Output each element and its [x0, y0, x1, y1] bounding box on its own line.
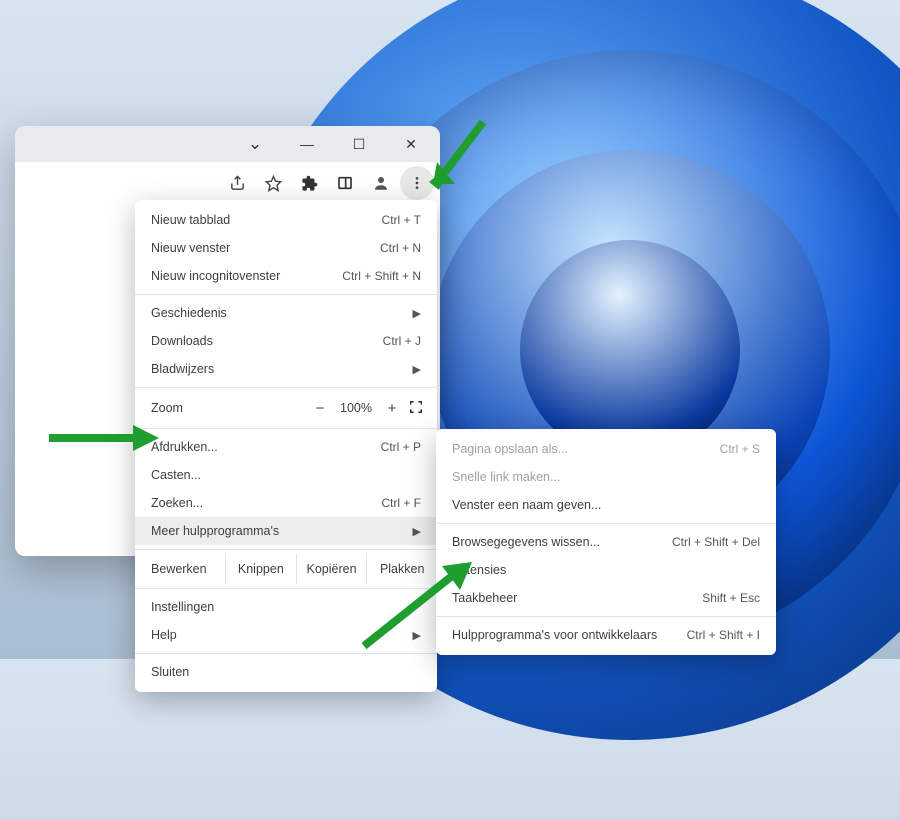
menu-item-label: Casten...: [151, 468, 421, 482]
submenu-extensions[interactable]: Extensies: [436, 556, 776, 584]
menu-item-label: Extensies: [452, 563, 760, 577]
menu-item-label: Nieuw venster: [151, 241, 380, 255]
menu-new-incognito[interactable]: Nieuw incognitovenster Ctrl + Shift + N: [135, 262, 437, 290]
submenu-clear-browsing-data[interactable]: Browsegegevens wissen... Ctrl + Shift + …: [436, 528, 776, 556]
submenu-task-manager[interactable]: Taakbeheer Shift + Esc: [436, 584, 776, 612]
menu-new-window[interactable]: Nieuw venster Ctrl + N: [135, 234, 437, 262]
menu-item-label: Snelle link maken...: [452, 470, 760, 484]
menu-item-shortcut: Ctrl + Shift + N: [342, 269, 421, 283]
edit-cut-button[interactable]: Knippen: [225, 554, 296, 584]
menu-item-shortcut: Ctrl + F: [381, 496, 421, 510]
maximize-button[interactable]: ☐: [336, 128, 382, 160]
profile-icon[interactable]: [364, 166, 398, 200]
fullscreen-button[interactable]: [405, 400, 427, 417]
menu-exit[interactable]: Sluiten: [135, 658, 437, 686]
menu-item-shortcut: Ctrl + S: [720, 442, 760, 456]
more-tools-submenu: Pagina opslaan als... Ctrl + S Snelle li…: [436, 429, 776, 655]
menu-item-shortcut: Ctrl + J: [383, 334, 421, 348]
star-icon[interactable]: [256, 166, 290, 200]
menu-find[interactable]: Zoeken... Ctrl + F: [135, 489, 437, 517]
submenu-create-shortcut[interactable]: Snelle link maken...: [436, 463, 776, 491]
annotation-arrow: [49, 423, 159, 453]
menu-item-shortcut: Ctrl + N: [380, 241, 421, 255]
menu-separator: [135, 387, 437, 388]
edit-label: Bewerken: [135, 562, 225, 576]
zoom-out-button[interactable]: −: [307, 400, 333, 417]
menu-item-label: Nieuw incognitovenster: [151, 269, 342, 283]
menu-item-label: Pagina opslaan als...: [452, 442, 720, 456]
chevron-right-icon: ▶: [413, 525, 421, 538]
menu-separator: [135, 294, 437, 295]
menu-item-shortcut: Ctrl + Shift + I: [687, 628, 760, 642]
menu-separator: [436, 616, 776, 617]
menu-item-shortcut: Ctrl + P: [381, 440, 421, 454]
menu-item-shortcut: Ctrl + T: [382, 213, 421, 227]
minimize-button[interactable]: —: [284, 128, 330, 160]
menu-zoom-row: Zoom − 100% +: [135, 392, 437, 424]
menu-item-shortcut: Ctrl + Shift + Del: [672, 535, 760, 549]
submenu-name-window[interactable]: Venster een naam geven...: [436, 491, 776, 519]
menu-item-shortcut: Shift + Esc: [702, 591, 760, 605]
menu-new-tab[interactable]: Nieuw tabblad Ctrl + T: [135, 206, 437, 234]
submenu-save-page-as[interactable]: Pagina opslaan als... Ctrl + S: [436, 435, 776, 463]
tab-search-button[interactable]: ⌄: [232, 128, 278, 160]
menu-history[interactable]: Geschiedenis ▶: [135, 299, 437, 327]
menu-item-label: Bladwijzers: [151, 362, 413, 376]
share-icon[interactable]: [220, 166, 254, 200]
menu-item-label: Downloads: [151, 334, 383, 348]
close-button[interactable]: ✕: [388, 128, 434, 160]
menu-item-label: Zoeken...: [151, 496, 381, 510]
menu-item-label: Geschiedenis: [151, 306, 413, 320]
menu-item-label: Nieuw tabblad: [151, 213, 382, 227]
menu-item-label: Taakbeheer: [452, 591, 702, 605]
menu-item-label: Meer hulpprogramma's: [151, 524, 413, 538]
zoom-value: 100%: [333, 401, 379, 415]
menu-separator: [135, 428, 437, 429]
menu-cast[interactable]: Casten...: [135, 461, 437, 489]
menu-item-label: Sluiten: [151, 665, 421, 679]
menu-separator: [135, 549, 437, 550]
menu-item-label: Hulpprogramma's voor ontwikkelaars: [452, 628, 687, 642]
sidepanel-icon[interactable]: [328, 166, 362, 200]
zoom-in-button[interactable]: +: [379, 400, 405, 417]
menu-more-tools[interactable]: Meer hulpprogramma's ▶: [135, 517, 437, 545]
puzzle-icon[interactable]: [292, 166, 326, 200]
menu-item-label: Afdrukken...: [151, 440, 381, 454]
menu-bookmarks[interactable]: Bladwijzers ▶: [135, 355, 437, 383]
submenu-dev-tools[interactable]: Hulpprogramma's voor ontwikkelaars Ctrl …: [436, 621, 776, 649]
menu-print[interactable]: Afdrukken... Ctrl + P: [135, 433, 437, 461]
zoom-label: Zoom: [151, 401, 307, 415]
chevron-right-icon: ▶: [413, 307, 421, 320]
menu-downloads[interactable]: Downloads Ctrl + J: [135, 327, 437, 355]
annotation-arrow: [429, 116, 493, 190]
menu-item-label: Venster een naam geven...: [452, 498, 760, 512]
titlebar: ⌄ — ☐ ✕: [15, 126, 440, 162]
menu-item-label: Browsegegevens wissen...: [452, 535, 672, 549]
annotation-arrow: [356, 562, 476, 654]
chevron-right-icon: ▶: [413, 363, 421, 376]
browser-toolbar: [15, 162, 440, 204]
menu-separator: [436, 523, 776, 524]
